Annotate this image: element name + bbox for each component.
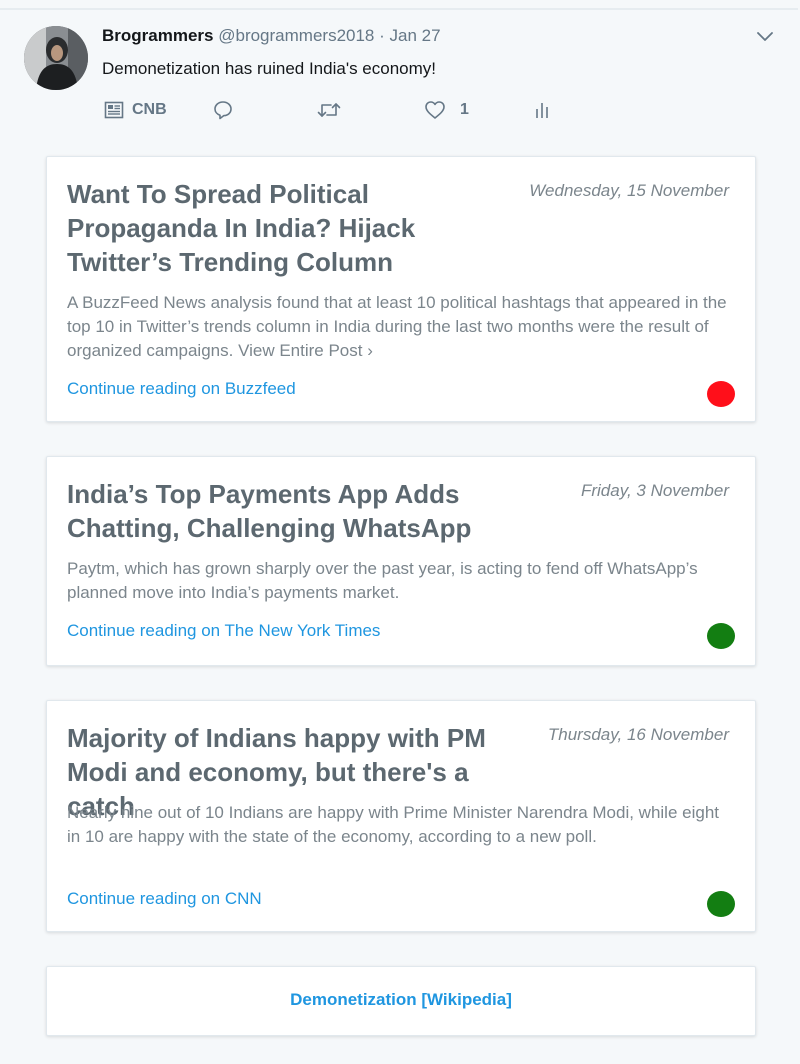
reply-button[interactable]	[212, 96, 234, 124]
tweet-text: Demonetization has ruined India's econom…	[102, 59, 436, 78]
card-date: Wednesday, 15 November	[529, 181, 729, 200]
tweet-header: Brogrammers @brogrammers2018 · Jan 27	[102, 26, 441, 46]
chevron-down-icon[interactable]	[756, 28, 774, 46]
news-action[interactable]: CNB	[104, 96, 167, 124]
card-title[interactable]: India’s Top Payments App Adds Chatting, …	[67, 477, 507, 545]
card-summary: Nearly nine out of 10 Indians are happy …	[67, 803, 719, 846]
status-dot	[707, 381, 735, 407]
continue-reading-link[interactable]: Continue reading on Buzzfeed	[67, 379, 296, 399]
analytics-icon	[534, 99, 550, 121]
separator: ·	[379, 26, 385, 45]
retweet-icon	[316, 99, 342, 121]
card-summary: Paytm, which has grown sharply over the …	[67, 559, 698, 602]
tweet: Brogrammers @brogrammers2018 · Jan 27 De…	[0, 8, 798, 1064]
heart-icon	[424, 99, 446, 121]
continue-reading-link[interactable]: Continue reading on CNN	[67, 889, 262, 909]
status-dot	[707, 891, 735, 917]
newspaper-icon	[104, 100, 124, 120]
like-count: 1	[460, 101, 469, 118]
card-title[interactable]: Want To Spread Political Propaganda In I…	[67, 177, 507, 279]
avatar-image	[24, 26, 88, 90]
retweet-button[interactable]	[316, 96, 342, 124]
news-card: India’s Top Payments App Adds Chatting, …	[46, 456, 756, 666]
status-dot	[707, 623, 735, 649]
news-card: Majority of Indians happy with PM Modi a…	[46, 700, 756, 932]
user-handle[interactable]: @brogrammers2018	[218, 26, 374, 45]
card-date: Friday, 3 November	[580, 481, 729, 500]
card-summary: A BuzzFeed News analysis found that at l…	[67, 291, 727, 363]
like-button[interactable]: 1	[424, 96, 469, 124]
wikipedia-card: Demonetization [Wikipedia]	[46, 966, 756, 1036]
card-summary-text: A BuzzFeed News analysis found that at l…	[67, 293, 727, 360]
wikipedia-link[interactable]: Demonetization [Wikipedia]	[47, 990, 755, 1010]
avatar[interactable]	[24, 26, 88, 90]
tweet-actions: CNB 1	[104, 96, 564, 124]
display-name[interactable]: Brogrammers	[102, 26, 214, 45]
continue-reading-link[interactable]: Continue reading on The New York Times	[67, 621, 380, 641]
card-date: Thursday, 16 November	[547, 725, 729, 744]
tweet-date[interactable]: Jan 27	[390, 26, 441, 45]
news-card: Want To Spread Political Propaganda In I…	[46, 156, 756, 422]
reply-icon	[212, 99, 234, 121]
view-entire-post-link[interactable]: View Entire Post ›	[238, 341, 373, 360]
news-label: CNB	[132, 101, 167, 118]
analytics-button[interactable]	[534, 96, 550, 124]
